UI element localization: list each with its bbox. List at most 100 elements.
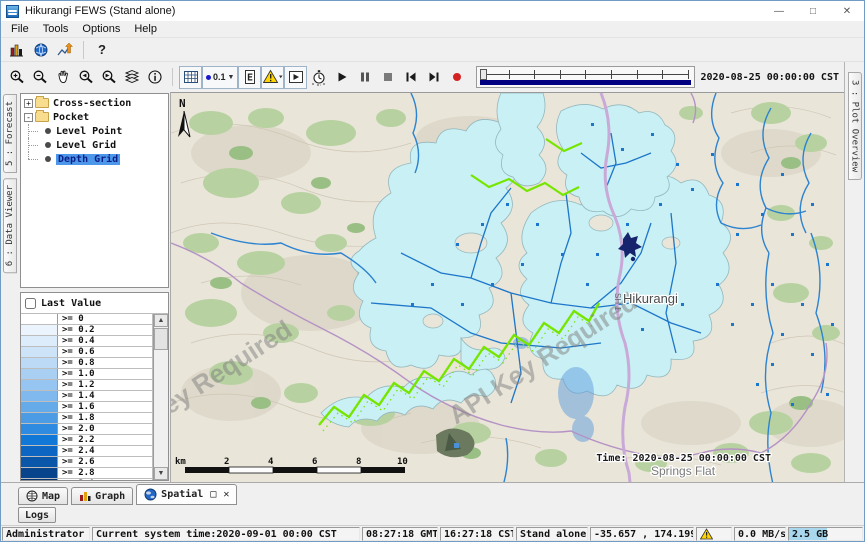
warning-triangle-icon bbox=[700, 528, 713, 540]
menu-help[interactable]: Help bbox=[127, 22, 164, 36]
legend-row[interactable]: >= 2.2 bbox=[21, 435, 153, 446]
record-button[interactable] bbox=[445, 66, 468, 89]
legend-swatch bbox=[21, 446, 58, 456]
close-button[interactable]: ✕ bbox=[830, 1, 864, 21]
pan-button[interactable] bbox=[51, 66, 74, 89]
legend-swatch bbox=[21, 314, 58, 324]
logs-panel-button[interactable] bbox=[5, 39, 29, 61]
scrollbar-thumb[interactable] bbox=[154, 328, 168, 350]
warnings-dropdown-button[interactable] bbox=[261, 66, 284, 89]
pan-hand-icon bbox=[55, 69, 71, 85]
legend-row[interactable]: >= 0.8 bbox=[21, 358, 153, 369]
status-warning-cell[interactable] bbox=[696, 527, 732, 541]
tree-item-depth-grid[interactable]: Depth Grid bbox=[21, 152, 168, 166]
time-slider[interactable] bbox=[476, 66, 694, 88]
legend-label: >= 3.0 bbox=[58, 479, 153, 480]
logs-button[interactable]: Logs bbox=[18, 507, 56, 523]
tab-forecast[interactable]: 5 : Forecast bbox=[3, 94, 17, 173]
legend-swatch bbox=[21, 424, 58, 434]
tab-close-icon[interactable]: ✕ bbox=[223, 489, 229, 500]
place-label-springs-flat: Springs Flat bbox=[651, 464, 716, 478]
legend-row[interactable]: >= 2.8 bbox=[21, 468, 153, 479]
legend-label: >= 2.8 bbox=[58, 468, 153, 478]
last-value-label: Last Value bbox=[41, 298, 101, 309]
map-display-button[interactable] bbox=[29, 39, 53, 61]
legend-scrollbar[interactable]: ▲ ▼ bbox=[153, 314, 168, 480]
zoom-previous-button[interactable] bbox=[74, 66, 97, 89]
legend-label: >= 2.4 bbox=[58, 446, 153, 456]
layers-button[interactable] bbox=[120, 66, 143, 89]
tree-item-level-grid[interactable]: Level Grid bbox=[21, 138, 168, 152]
classbreak-value-dropdown[interactable]: 0.1 ▼ bbox=[202, 66, 238, 89]
tree-connector bbox=[21, 138, 45, 152]
tab-spatial[interactable]: Spatial □ ✕ bbox=[136, 484, 237, 505]
expand-icon[interactable]: + bbox=[24, 99, 33, 108]
help-button[interactable]: ? bbox=[90, 42, 114, 57]
legend-swatch bbox=[21, 413, 58, 423]
collapse-icon[interactable]: - bbox=[24, 113, 33, 122]
status-coordinates: -35.657 , 174.199 bbox=[590, 527, 694, 541]
zoom-next-button[interactable] bbox=[97, 66, 120, 89]
menu-file[interactable]: File bbox=[4, 22, 36, 36]
stop-button[interactable] bbox=[376, 66, 399, 89]
legend-row[interactable]: >= 3.0 bbox=[21, 479, 153, 480]
info-button[interactable] bbox=[143, 66, 166, 89]
tree-item-level-point[interactable]: Level Point bbox=[21, 124, 168, 138]
legend-row[interactable]: >= 0.2 bbox=[21, 325, 153, 336]
tab-plot-overview[interactable]: 3 : Plot Overview bbox=[848, 72, 862, 180]
classbreak-value: 0.1 bbox=[213, 72, 226, 82]
legend-row[interactable]: >= 1.0 bbox=[21, 369, 153, 380]
legend-row[interactable]: >= 1.8 bbox=[21, 413, 153, 424]
status-gmt-time: 08:27:18 GMT bbox=[362, 527, 438, 541]
pause-icon bbox=[358, 70, 372, 84]
legend-row[interactable]: >= 0 bbox=[21, 314, 153, 325]
maximize-button[interactable]: □ bbox=[796, 1, 830, 21]
legend-row[interactable]: >= 1.2 bbox=[21, 380, 153, 391]
timeseries-display-button[interactable] bbox=[53, 39, 77, 61]
globe-icon bbox=[33, 42, 49, 58]
legend-row[interactable]: >= 1.6 bbox=[21, 402, 153, 413]
tab-maximize-icon[interactable]: □ bbox=[210, 489, 216, 500]
grid-icon bbox=[183, 69, 199, 85]
legend-label: >= 1.0 bbox=[58, 369, 153, 379]
legend-row[interactable]: >= 2.6 bbox=[21, 457, 153, 468]
step-last-button[interactable] bbox=[422, 66, 445, 89]
scroll-up-icon[interactable]: ▲ bbox=[154, 314, 168, 327]
legend-row[interactable]: >= 2.0 bbox=[21, 424, 153, 435]
time-slider-handle[interactable] bbox=[480, 69, 487, 80]
menu-options[interactable]: Options bbox=[75, 22, 127, 36]
scroll-down-icon[interactable]: ▼ bbox=[154, 467, 168, 480]
tab-graph[interactable]: Graph bbox=[71, 487, 133, 505]
svg-text:2: 2 bbox=[224, 457, 229, 467]
tab-map[interactable]: Map bbox=[18, 487, 68, 505]
status-mode: Stand alone bbox=[516, 527, 588, 541]
legend-row[interactable]: >= 2.4 bbox=[21, 446, 153, 457]
legend-swatch bbox=[21, 457, 58, 467]
bar-chart-icon bbox=[79, 490, 91, 502]
animation-panel-button[interactable] bbox=[284, 66, 307, 89]
pause-button[interactable] bbox=[353, 66, 376, 89]
legend-label: >= 1.8 bbox=[58, 413, 153, 423]
tree-item-pocket[interactable]: - Pocket bbox=[21, 110, 168, 124]
play-button[interactable] bbox=[330, 66, 353, 89]
labels-toggle-button[interactable]: E bbox=[238, 66, 261, 89]
timer-settings-button[interactable] bbox=[307, 66, 330, 89]
last-value-checkbox[interactable] bbox=[25, 298, 36, 309]
legend-row[interactable]: >= 0.4 bbox=[21, 336, 153, 347]
zoom-out-button[interactable] bbox=[28, 66, 51, 89]
spatial-map[interactable]: API Key Required API Key Required N km bbox=[171, 92, 844, 482]
minimize-button[interactable]: — bbox=[762, 1, 796, 21]
tab-data-viewer[interactable]: 6 : Data Viewer bbox=[3, 178, 17, 273]
zoom-in-button[interactable] bbox=[5, 66, 28, 89]
svg-text:E: E bbox=[247, 73, 253, 84]
layers-icon bbox=[124, 69, 140, 85]
left-tab-strip: 5 : Forecast 6 : Data Viewer bbox=[1, 92, 19, 482]
grid-toggle-button[interactable] bbox=[179, 66, 202, 89]
legend-row[interactable]: >= 0.6 bbox=[21, 347, 153, 358]
legend-row[interactable]: >= 1.4 bbox=[21, 391, 153, 402]
tree-item-cross-section[interactable]: + Cross-section bbox=[21, 96, 168, 110]
play-icon bbox=[335, 70, 349, 84]
step-first-button[interactable] bbox=[399, 66, 422, 89]
node-bullet-icon bbox=[45, 142, 51, 148]
menu-tools[interactable]: Tools bbox=[36, 22, 76, 36]
